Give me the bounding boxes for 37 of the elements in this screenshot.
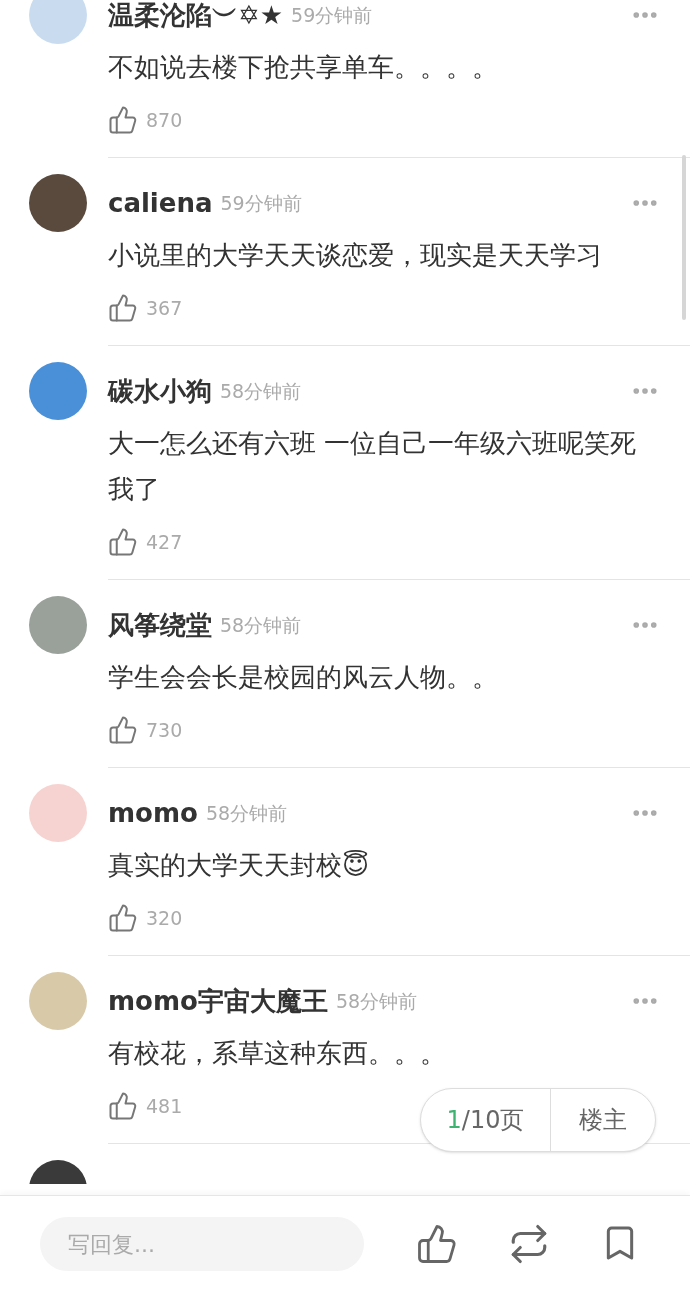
thumbs-up-icon[interactable]: [108, 903, 138, 933]
thumbs-up-icon[interactable]: [108, 293, 138, 323]
timestamp: 58分钟前: [335, 988, 418, 1014]
page-indicator[interactable]: 1/10页: [421, 1089, 551, 1151]
thumbs-up-icon[interactable]: [108, 105, 138, 135]
like-count: 320: [146, 905, 183, 931]
thumbs-up-icon[interactable]: [108, 1091, 138, 1121]
username[interactable]: caliena: [108, 183, 213, 223]
current-page: 1: [446, 1105, 462, 1136]
timestamp: 59分钟前: [220, 190, 302, 216]
timestamp: 59分钟前: [291, 2, 373, 28]
like-count: 481: [146, 1093, 183, 1119]
thumbs-up-icon[interactable]: [108, 527, 138, 557]
username[interactable]: momo宇宙大魔王: [108, 981, 328, 1021]
comment-text: 大一怎么还有六班 一位自己一年级六班呢笑死我了: [108, 427, 638, 506]
comment-text: 学生会会长是校园的风云人物。。: [108, 661, 499, 694]
timestamp: 58分钟前: [220, 612, 302, 638]
reply-field[interactable]: 写回复...: [40, 1217, 364, 1271]
timestamp: 58分钟前: [220, 378, 302, 404]
owner-only-button[interactable]: 楼主: [551, 1089, 655, 1151]
thumbs-up-icon[interactable]: [108, 715, 138, 745]
thumbs-up-icon[interactable]: [416, 1223, 458, 1265]
comment-text: 真实的大学天天封校😇: [108, 849, 371, 882]
like-count: 367: [146, 295, 183, 321]
username[interactable]: 碳水小狗: [108, 371, 212, 411]
username[interactable]: 温柔沦陷︶✡★: [108, 0, 284, 35]
comment-text: 不如说去楼下抢共享单车。。。。: [108, 51, 499, 84]
username[interactable]: momo: [108, 793, 198, 833]
like-count: 427: [146, 529, 183, 555]
like-count: 870: [146, 107, 183, 133]
like-count: 730: [146, 717, 183, 743]
total-pages: /10页: [461, 1105, 525, 1136]
comment-text: 有校花，系草这种东西。。。: [108, 1037, 447, 1070]
avatar[interactable]: [29, 174, 87, 232]
timestamp: 58分钟前: [205, 800, 288, 826]
comment-text: 小说里的大学天天谈恋爱，现实是天天学习: [108, 239, 603, 272]
username[interactable]: 风筝绕堂: [108, 605, 212, 645]
